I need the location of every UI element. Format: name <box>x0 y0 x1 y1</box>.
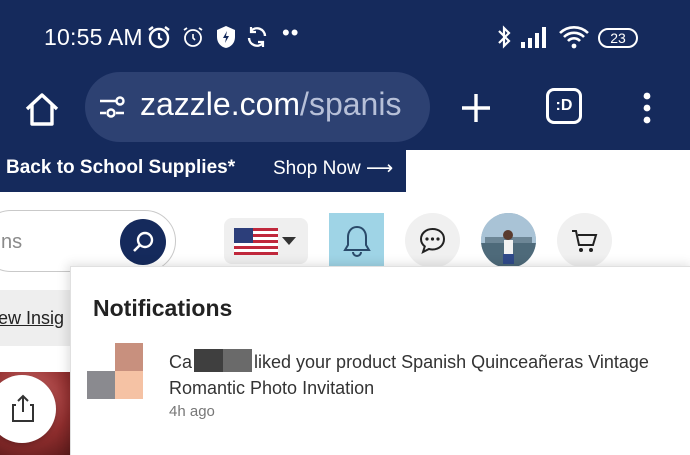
status-bar: 10:55 AM •• 23 <box>0 0 690 72</box>
notification-user-prefix: Ca <box>169 352 193 372</box>
battery-indicator: 23 <box>598 28 638 48</box>
messages-button[interactable] <box>405 213 460 268</box>
redacted-username <box>194 349 253 372</box>
search-placeholder: ns <box>1 231 23 253</box>
notification-thumbnail[interactable] <box>87 343 143 399</box>
country-selector[interactable] <box>224 218 308 264</box>
notifications-button[interactable] <box>329 213 384 268</box>
thumb-tile <box>115 343 143 371</box>
url-domain: zazzle.com <box>140 86 301 122</box>
wifi-icon <box>558 24 590 50</box>
signal-icon <box>520 24 550 50</box>
new-tab-plus-icon[interactable] <box>456 88 496 128</box>
insights-tab[interactable]: ew Insig <box>0 290 70 346</box>
address-bar: zazzle.com/spanis :D <box>0 72 690 150</box>
share-icon <box>12 394 34 422</box>
url-field[interactable]: zazzle.com/spanis <box>85 72 430 142</box>
more-notifications-indicator: •• <box>282 20 300 45</box>
promo-banner: Back to School Supplies* Shop Now ⟶ <box>0 150 406 192</box>
chat-bubble-icon <box>419 227 446 254</box>
url-text[interactable]: zazzle.com/spanis <box>140 86 425 123</box>
cart-button[interactable] <box>557 213 612 268</box>
search-icon <box>133 231 154 252</box>
alarm-outline-icon <box>180 24 206 50</box>
sync-icon <box>244 24 270 50</box>
status-time: 10:55 AM <box>44 24 143 50</box>
home-icon[interactable] <box>22 90 62 130</box>
notification-message[interactable]: Ca liked your product Spanish Quinceañera… <box>169 349 669 401</box>
tab-switcher-button[interactable]: :D <box>546 88 582 124</box>
search-input[interactable]: ns <box>0 210 176 272</box>
cart-icon <box>572 230 598 252</box>
search-button[interactable] <box>120 219 166 265</box>
chevron-down-icon <box>282 237 296 245</box>
bell-icon <box>343 225 371 257</box>
us-flag-icon <box>234 228 278 255</box>
notifications-title: Notifications <box>93 295 233 321</box>
notifications-popover: Notifications Ca liked your product Spani… <box>70 266 690 455</box>
thumb-tile <box>87 371 115 399</box>
site-settings-icon[interactable] <box>97 94 127 120</box>
thumb-tile <box>87 343 115 371</box>
view-insights-link[interactable]: ew Insig <box>0 308 64 329</box>
bluetooth-icon <box>491 24 517 50</box>
avatar[interactable] <box>481 213 536 268</box>
thumb-tile <box>115 371 143 399</box>
promo-text: Back to School Supplies* <box>6 157 236 178</box>
overflow-menu-icon[interactable] <box>632 88 662 128</box>
browser-chrome: 10:55 AM •• 23 zazzle.com/spanis:D <box>0 0 690 150</box>
alarm-icon <box>146 24 172 50</box>
shield-icon <box>213 24 239 50</box>
avatar-photo <box>481 213 536 268</box>
shop-now-link[interactable]: Shop Now ⟶ <box>273 157 393 180</box>
url-path: /spanis <box>300 86 402 122</box>
notification-time: 4h ago <box>169 403 215 420</box>
